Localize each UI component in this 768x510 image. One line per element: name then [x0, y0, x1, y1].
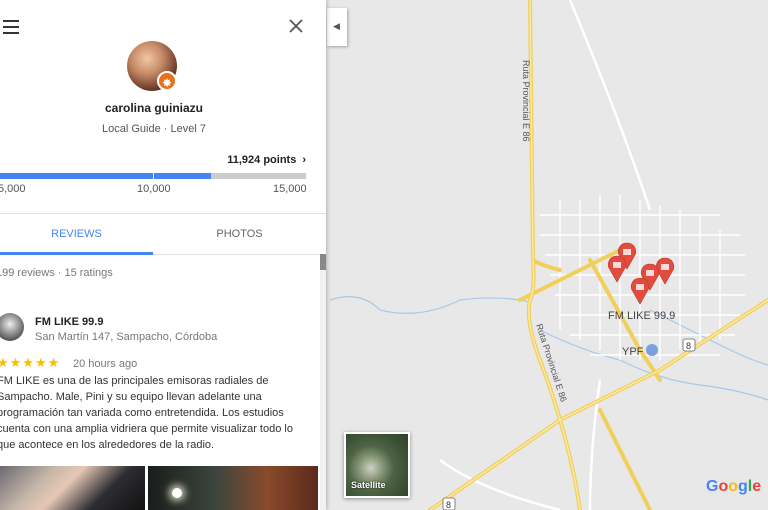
review-place-name[interactable]: FM LIKE 99.9: [35, 316, 103, 328]
review-photo[interactable]: [0, 466, 145, 510]
google-logo: Google: [706, 478, 761, 496]
scrollbar[interactable]: [320, 254, 326, 510]
scale-max: 15,000: [273, 183, 307, 195]
chevron-right-icon: ›: [302, 154, 306, 166]
tab-photos-label: PHOTOS: [216, 228, 263, 240]
local-guide-badge-icon: ✸: [157, 71, 177, 91]
star-rating: ★★★★★: [0, 355, 61, 370]
review-summary: 199 reviews · 15 ratings: [0, 267, 113, 279]
route-shield-label: 8: [686, 341, 691, 351]
points-label: 11,924 points: [227, 154, 297, 166]
review-photo[interactable]: [148, 466, 318, 510]
tab-bar: REVIEWS PHOTOS: [0, 213, 326, 255]
scrollbar-thumb[interactable]: [320, 254, 326, 270]
map-place-label[interactable]: FM LIKE 99.9: [608, 310, 675, 322]
review-time: 20 hours ago: [73, 358, 138, 370]
collapse-panel-button[interactable]: ◀: [327, 8, 347, 46]
profile-name: carolina guiniazu: [104, 101, 203, 115]
close-icon[interactable]: [288, 18, 304, 34]
progress-tick: [153, 173, 154, 179]
gas-station-icon[interactable]: [646, 344, 658, 356]
logo-letter: g: [738, 478, 748, 495]
points-progress-fill: [0, 173, 212, 179]
scale-mid: 10,000: [137, 183, 171, 195]
tab-reviews[interactable]: REVIEWS: [0, 214, 153, 255]
tab-photos[interactable]: PHOTOS: [163, 214, 316, 254]
satellite-label: Satellite: [351, 480, 386, 490]
route-shield-label: 8: [446, 500, 451, 510]
review-text: FM LIKE es una de las principales emisor…: [0, 375, 293, 451]
logo-letter: o: [728, 478, 739, 495]
points-progress-bar: [0, 173, 306, 179]
points-link[interactable]: 11,924 points ›: [227, 154, 306, 166]
contributor-panel: ✸ carolina guiniazu Local Guide · Level …: [0, 0, 326, 510]
tab-active-indicator: [0, 252, 153, 255]
satellite-toggle[interactable]: Satellite: [344, 432, 410, 498]
logo-letter: o: [718, 478, 729, 495]
review-place-address: San Martín 147, Sampacho, Córdoba: [35, 331, 218, 343]
scale-min: 5,000: [0, 183, 26, 195]
logo-letter: e: [752, 478, 762, 495]
chevron-left-icon: ◀: [333, 21, 340, 31]
profile-level: Local Guide · Level 7: [102, 123, 206, 135]
logo-letter: G: [706, 478, 719, 495]
road-label-north: Ruta Provincial E 86: [521, 60, 531, 142]
hamburger-menu-icon[interactable]: [3, 20, 19, 34]
tab-reviews-label: REVIEWS: [51, 228, 102, 240]
ypf-label[interactable]: YPF: [622, 346, 644, 358]
place-thumbnail[interactable]: [0, 313, 24, 341]
